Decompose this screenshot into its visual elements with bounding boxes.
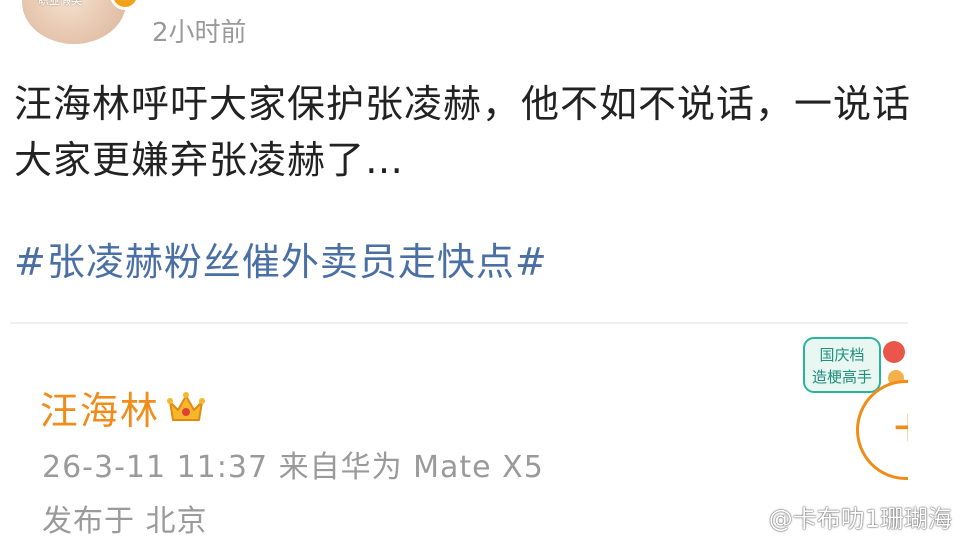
watermark: @卡布叻1珊瑚海: [733, 499, 952, 534]
avatar[interactable]: 职业假笑: [22, 0, 140, 44]
avatar-name: 职业假笑: [38, 0, 82, 7]
promo-line1: 国庆档: [819, 346, 864, 364]
weibo-post-screenshot: 职业假笑 2小时前 汪海林呼吁大家保护张凌赫，他不如不说话，一说话大家更嫌弃张凌…: [0, 0, 960, 540]
verified-badge-icon: [110, 0, 140, 10]
post-timestamp: 2小时前: [152, 18, 247, 48]
weibo-logo-icon: [733, 505, 762, 529]
embedded-user-row: 汪海林: [40, 380, 206, 435]
plus-icon: +: [891, 401, 908, 452]
crown-icon: [167, 391, 206, 421]
post-text: 汪海林呼吁大家保护张凌赫，他不如不说话，一说话大家更嫌弃张凌赫了…: [14, 82, 912, 182]
embedded-username[interactable]: 汪海林: [40, 380, 160, 435]
promo-line2: 造梗高手: [812, 368, 872, 386]
hashtag-link[interactable]: #张凌赫粉丝催外卖员走快点#: [14, 234, 548, 290]
watermark-text: @卡布叻1珊瑚海: [768, 505, 952, 533]
embedded-post-meta: 26-3-11 11:37 来自华为 Mate X5: [42, 450, 544, 485]
embedded-post-location: 发布于 北京: [42, 504, 208, 539]
